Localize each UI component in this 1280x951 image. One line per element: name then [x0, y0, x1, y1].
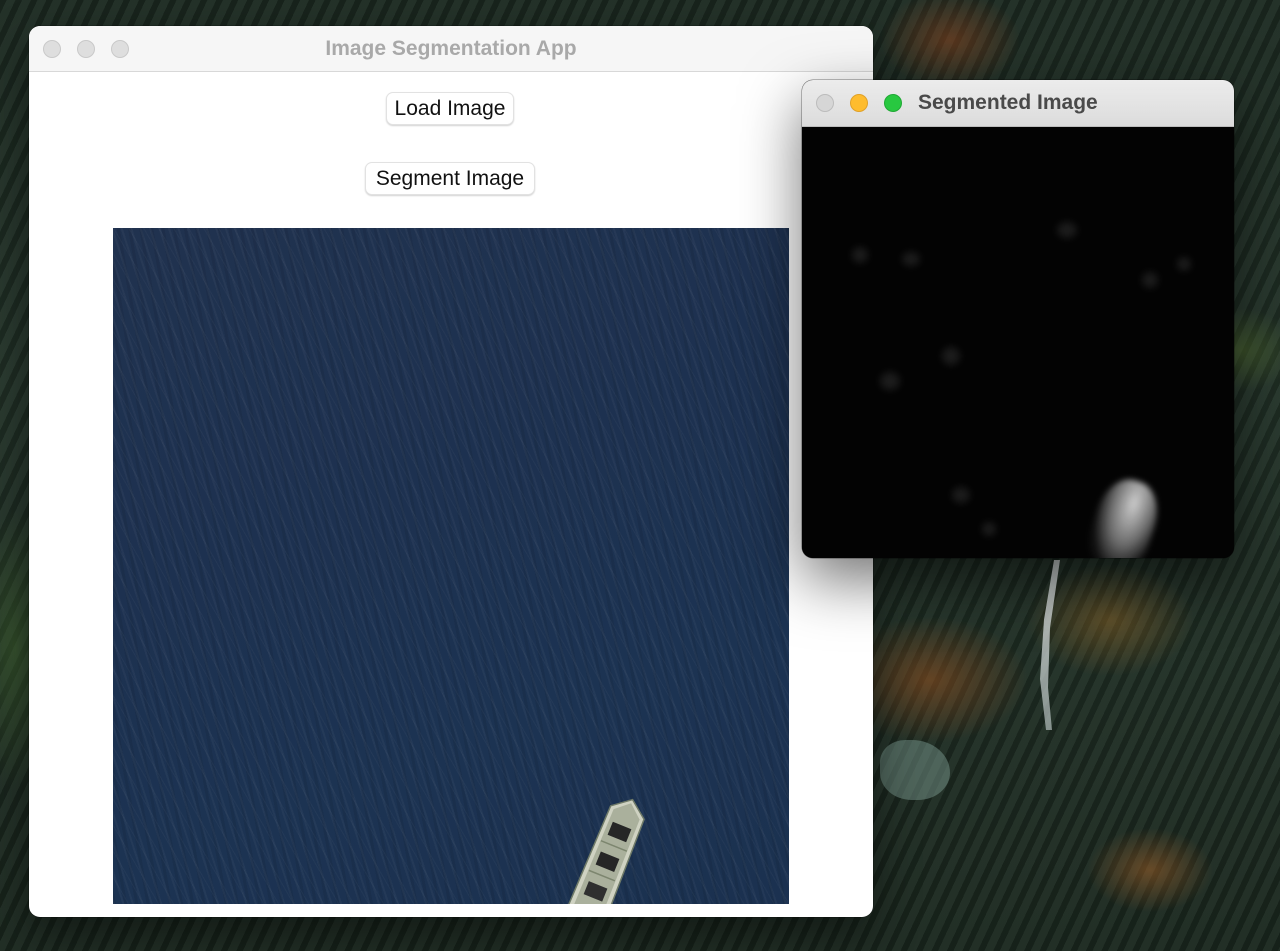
mask-noise	[982, 522, 996, 536]
ship-image	[565, 798, 645, 904]
ship-mask-blob	[1081, 471, 1167, 558]
input-image	[113, 228, 789, 904]
zoom-button[interactable]	[111, 40, 129, 58]
minimize-button[interactable]	[850, 94, 868, 112]
window-title: Segmented Image	[918, 91, 1098, 114]
wallpaper-pool	[880, 740, 950, 800]
segment-image-button[interactable]: Segment Image	[365, 162, 535, 195]
segmented-window-titlebar[interactable]: Segmented Image	[802, 80, 1234, 127]
load-image-button[interactable]: Load Image	[386, 92, 514, 125]
mask-noise	[880, 372, 900, 390]
wallpaper-stream	[1040, 560, 1060, 730]
zoom-button[interactable]	[884, 94, 902, 112]
segmented-image-window: Segmented Image	[802, 80, 1234, 558]
mask-noise	[852, 247, 868, 263]
main-window-titlebar[interactable]: Image Segmentation App	[29, 26, 873, 72]
segmentation-mask-image	[802, 127, 1234, 558]
mask-noise	[1177, 257, 1191, 271]
close-button[interactable]	[43, 40, 61, 58]
mask-noise	[1057, 222, 1077, 238]
close-button[interactable]	[816, 94, 834, 112]
mask-noise	[952, 487, 970, 503]
window-title: Image Segmentation App	[325, 37, 577, 60]
mask-noise	[902, 252, 920, 266]
main-window: Image Segmentation App Load Image Segmen…	[29, 26, 873, 917]
mask-noise	[942, 347, 960, 365]
minimize-button[interactable]	[77, 40, 95, 58]
mask-noise	[1142, 272, 1158, 288]
